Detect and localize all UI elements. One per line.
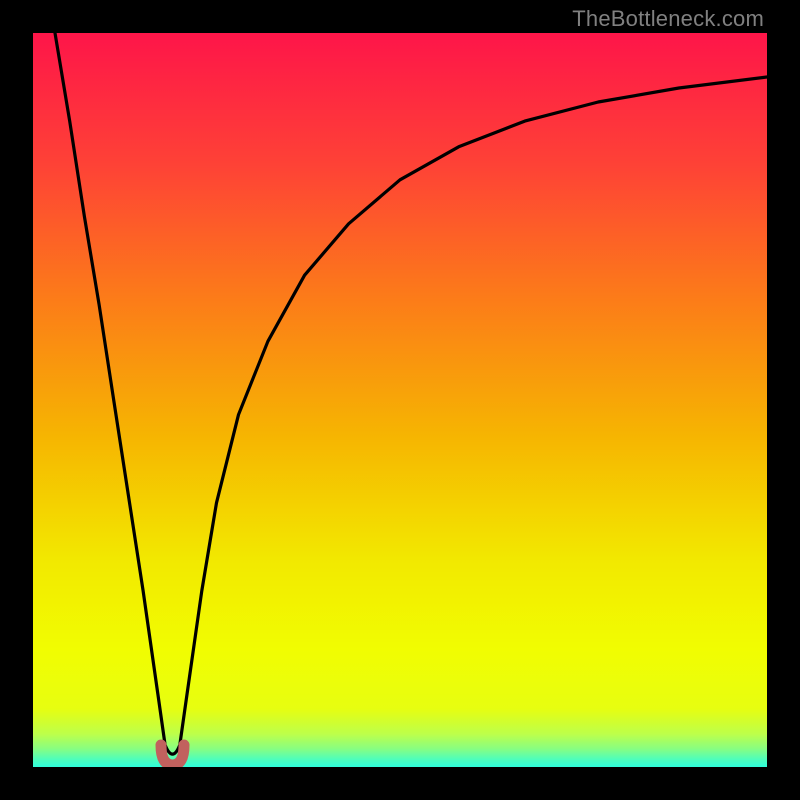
bottleneck-curve [55,33,767,754]
curve-layer [33,33,767,767]
watermark-text: TheBottleneck.com [572,6,764,32]
plot-area [33,33,767,767]
